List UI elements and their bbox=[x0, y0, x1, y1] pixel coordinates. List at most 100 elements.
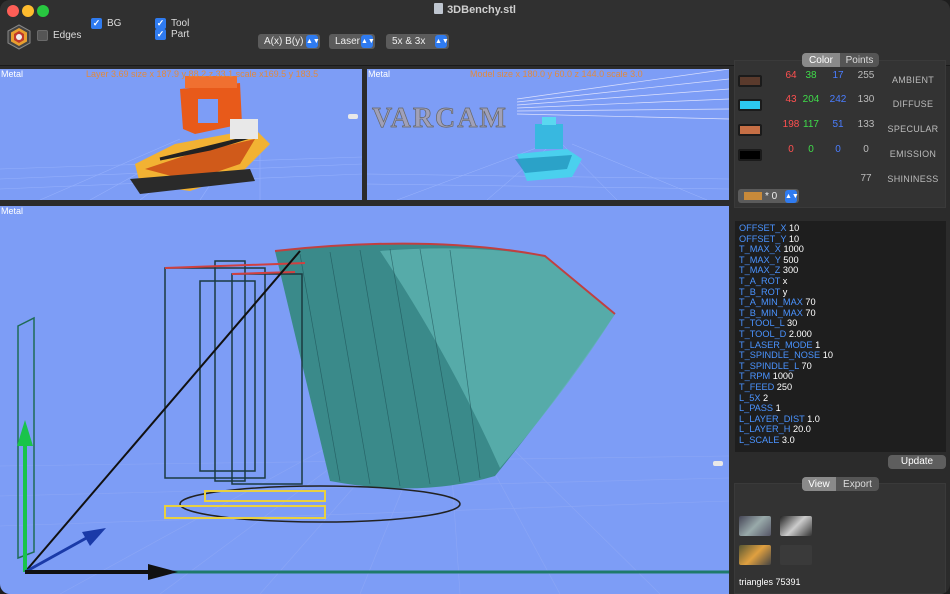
tool-checkbox[interactable]: ✓ Tool bbox=[155, 18, 189, 29]
layer-info: Layer 3.69 size x 187.9 y 88.2 z 33.1 sc… bbox=[86, 69, 319, 79]
checkmark-icon[interactable]: ✓ bbox=[155, 29, 166, 40]
diffuse-swatch[interactable] bbox=[738, 99, 762, 111]
param-key: T_TOOL_D bbox=[739, 328, 787, 339]
thumbnail-2[interactable] bbox=[780, 516, 812, 536]
param-value: 500 bbox=[783, 254, 799, 265]
export-tabs: View Export bbox=[802, 477, 879, 491]
viewport-label: Metal bbox=[368, 69, 391, 79]
param-key: T_MAX_Y bbox=[739, 254, 781, 265]
param-line: T_A_ROT x bbox=[739, 276, 942, 287]
gcode-params[interactable]: OFFSET_X 10 OFFSET_Y 10 T_MAX_X 1000 T_MAX_… bbox=[735, 221, 946, 452]
checkmark-icon[interactable]: ✓ bbox=[155, 18, 166, 29]
bg-label: BG bbox=[107, 18, 122, 29]
material-emission-g[interactable]: 0 bbox=[798, 144, 824, 155]
param-key: L_LAYER_DIST bbox=[739, 413, 805, 424]
updown-chevron-icon: ▲▼ bbox=[785, 190, 799, 203]
param-line: T_MAX_Z 300 bbox=[739, 265, 942, 276]
param-key: T_SPINDLE_NOSE bbox=[739, 350, 821, 361]
window-title-wrap: 3DBenchy.stl bbox=[0, 3, 950, 16]
param-key: T_MAX_Z bbox=[739, 265, 781, 276]
material-label-ambient: AMBIENT bbox=[891, 75, 935, 85]
bg-checkbox[interactable]: ✓ BG bbox=[91, 18, 121, 29]
thumbnail-3[interactable] bbox=[739, 545, 771, 565]
tab-view[interactable]: View bbox=[802, 477, 836, 491]
checkmark-icon[interactable]: ✓ bbox=[91, 18, 102, 29]
document-icon bbox=[434, 3, 444, 14]
axis-select[interactable]: A(x) B(y) ▲▼ bbox=[258, 34, 320, 49]
material-diffuse-b[interactable]: 242 bbox=[825, 94, 851, 105]
param-value: 70 bbox=[805, 307, 816, 318]
param-value: 250 bbox=[776, 381, 793, 392]
material-specular-g[interactable]: 117 bbox=[798, 119, 824, 130]
material-label-emission: EMISSION bbox=[889, 149, 937, 159]
app-logo-icon bbox=[7, 24, 31, 50]
param-line: T_MAX_Y 500 bbox=[739, 255, 942, 266]
updown-chevron-icon: ▲▼ bbox=[435, 35, 449, 48]
ambient-swatch[interactable] bbox=[738, 75, 762, 87]
material-ambient-b[interactable]: 17 bbox=[825, 70, 851, 81]
param-key: T_A_MIN_MAX bbox=[739, 297, 803, 308]
updown-chevron-icon: ▲▼ bbox=[306, 35, 320, 48]
tab-color[interactable]: Color bbox=[802, 53, 840, 67]
grid-select-value: 5x & 3x bbox=[392, 36, 426, 47]
param-line: T_TOOL_D 2.000 bbox=[739, 329, 942, 340]
param-line: T_RPM 1000 bbox=[739, 371, 942, 382]
param-line: T_SPINDLE_L 70 bbox=[739, 361, 942, 372]
param-line: OFFSET_X 10 bbox=[739, 223, 942, 234]
param-line: T_FEED 250 bbox=[739, 382, 942, 393]
param-line: L_SCALE 3.0 bbox=[739, 435, 942, 446]
thumbnail-1[interactable] bbox=[739, 516, 771, 536]
update-button[interactable]: Update bbox=[888, 455, 946, 469]
param-key: OFFSET_Y bbox=[739, 233, 787, 244]
viewport-top-right[interactable]: VARCAM Metal Model size x 180.0 y 60.0 z… bbox=[367, 69, 729, 200]
scroll-handle[interactable] bbox=[348, 114, 358, 119]
material-ambient-g[interactable]: 38 bbox=[798, 70, 824, 81]
param-value: 70 bbox=[801, 360, 812, 371]
param-line: L_5X 2 bbox=[739, 393, 942, 404]
param-value: 10 bbox=[788, 233, 800, 244]
scroll-handle[interactable] bbox=[713, 461, 723, 466]
param-key: T_TOOL_L bbox=[739, 318, 785, 329]
edges-box[interactable] bbox=[37, 30, 48, 41]
tab-export[interactable]: Export bbox=[836, 477, 879, 491]
param-key: T_RPM bbox=[739, 371, 771, 382]
param-line: T_LASER_MODE 1 bbox=[739, 340, 942, 351]
material-diffuse-g[interactable]: 204 bbox=[798, 94, 824, 105]
edges-checkbox[interactable]: Edges bbox=[37, 30, 81, 41]
benchy-render-left bbox=[0, 76, 362, 200]
param-value: 1000 bbox=[772, 371, 794, 382]
grid-select[interactable]: 5x & 3x ▲▼ bbox=[386, 34, 449, 49]
material-tabs: Color Points bbox=[802, 53, 879, 67]
emission-swatch[interactable] bbox=[738, 149, 762, 161]
material-select-value: * 0 bbox=[765, 190, 778, 202]
svg-text:VARCAM: VARCAM bbox=[372, 103, 508, 134]
edges-label: Edges bbox=[53, 30, 82, 41]
param-key: T_LASER_MODE bbox=[739, 339, 813, 350]
part-label: Part bbox=[171, 29, 190, 40]
app-window: 3DBenchy.stl Edges ✓ BG ✓ Tool ✓ Part A(x) … bbox=[0, 0, 950, 594]
material-select[interactable]: * 0 ▲▼ bbox=[738, 189, 799, 203]
param-key: L_5X bbox=[739, 392, 761, 403]
mode-select-value: Laser bbox=[335, 36, 361, 47]
triangle-count: triangles 75391 bbox=[739, 577, 801, 587]
part-checkbox[interactable]: ✓ Part bbox=[155, 29, 189, 40]
param-key: T_MAX_X bbox=[739, 244, 781, 255]
viewport-top-left[interactable]: Metal Layer 3.69 size x 187.9 y 88.2 z 3… bbox=[0, 69, 362, 200]
model-info: Model size x 180.0 y 60.0 z 144.0 scale … bbox=[470, 69, 643, 79]
viewport-main[interactable]: Metal bbox=[0, 206, 729, 594]
param-line: T_B_ROT y bbox=[739, 287, 942, 298]
viewport-label: Metal bbox=[1, 69, 24, 79]
param-key: L_SCALE bbox=[739, 434, 780, 445]
param-key: L_LAYER_H bbox=[739, 424, 791, 435]
mode-select[interactable]: Laser ▲▼ bbox=[329, 34, 375, 49]
param-value: 1 bbox=[775, 403, 781, 414]
param-line: L_PASS 1 bbox=[739, 403, 942, 414]
material-specular-b[interactable]: 51 bbox=[825, 119, 851, 130]
param-value: 300 bbox=[782, 265, 799, 276]
param-line: T_B_MIN_MAX 70 bbox=[739, 308, 942, 319]
thumbnail-empty[interactable] bbox=[780, 545, 812, 565]
tab-points[interactable]: Points bbox=[840, 53, 879, 67]
specular-swatch[interactable] bbox=[738, 124, 762, 136]
material-emission-b[interactable]: 0 bbox=[825, 144, 851, 155]
param-key: L_PASS bbox=[739, 403, 774, 414]
